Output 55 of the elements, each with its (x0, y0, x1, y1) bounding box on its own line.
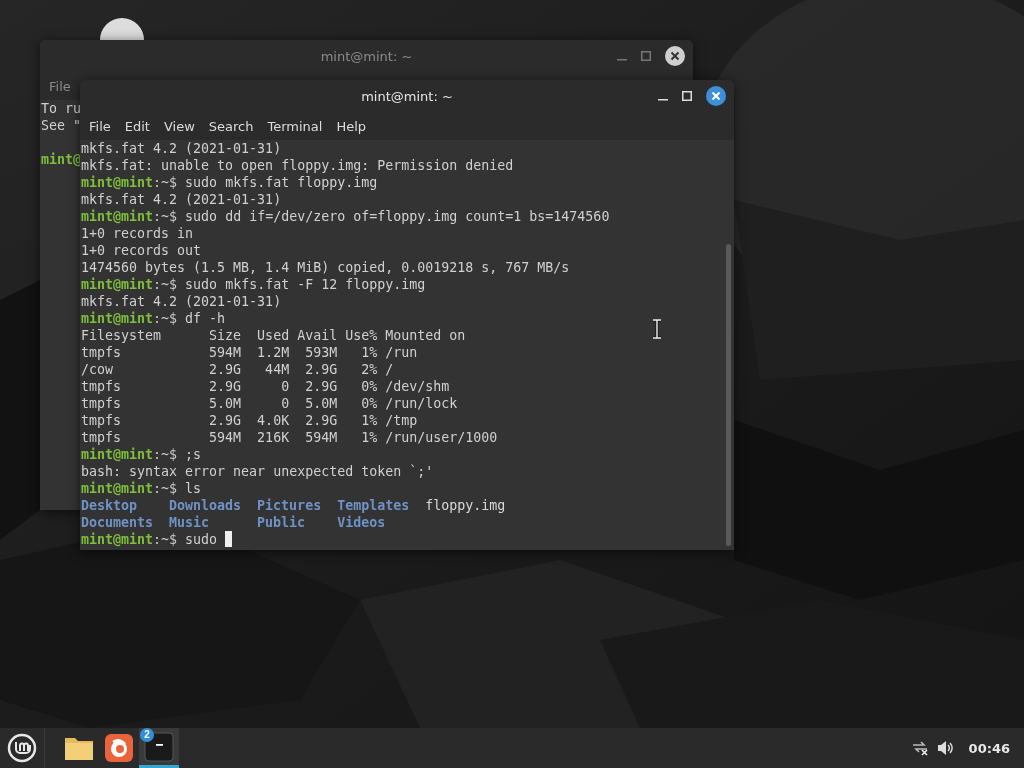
terminal-line: See " (41, 117, 82, 134)
count-badge: 2 (140, 728, 154, 742)
terminal-line: mint@mint:~$ df -h (81, 310, 226, 327)
close-icon[interactable] (706, 86, 726, 106)
terminal-line: bash: syntax error near unexpected token `;' (81, 463, 434, 480)
menu-item[interactable]: Terminal (261, 116, 329, 136)
terminal-icon (144, 731, 174, 762)
terminal-line: mkfs.fat 4.2 (2021-01-31) (81, 293, 282, 310)
network-icon[interactable] (910, 740, 929, 756)
terminal-line: 1474560 bytes (1.5 MB, 1.4 MiB) copied, 0.0019218 s, 767 MB/s (81, 259, 570, 276)
terminal-line: mint@mint:~$ sudo (81, 531, 233, 548)
folder-name: Documents (81, 514, 154, 531)
folder-name: Desktop (81, 497, 138, 514)
terminal-line: /cow 2.9G 44M 2.9G 2% / (81, 361, 394, 378)
terminal-line: tmpfs 2.9G 4.0K 2.9G 1% /tmp (81, 412, 418, 429)
terminal-line: mkfs.fat 4.2 (2021-01-31) (81, 140, 282, 156)
clock[interactable]: 00:46 (968, 740, 1010, 756)
terminal-line: mint@ (41, 152, 82, 168)
close-icon[interactable] (665, 46, 685, 66)
menu-item[interactable]: Help (330, 116, 373, 136)
window-title: mint@mint: ~ (320, 48, 413, 64)
menu-item[interactable]: View (157, 116, 201, 136)
folder-icon (64, 735, 94, 761)
file-name: floppy.img (425, 497, 506, 514)
terminal-line: To ru (41, 100, 82, 117)
terminal-line: mint@mint:~$ ls (81, 480, 202, 497)
folder-name: Pictures (257, 497, 322, 514)
terminal-line: 1+0 records in (81, 225, 194, 242)
terminal-line: mint@mint:~$ ;s (81, 446, 202, 463)
folder-name: Videos (337, 514, 386, 531)
terminal-line: mint@mint:~$ sudo mkfs.fat floppy.img (81, 174, 378, 191)
terminal-line: mint@mint:~$ sudo dd if=/dev/zero of=floppy.img count=1 bs=1474560 (81, 208, 610, 225)
terminal-line: 1+0 records out (81, 242, 202, 259)
folder-name: Public (257, 514, 306, 531)
scrollbar-thumb[interactable] (726, 244, 731, 546)
terminal-line: tmpfs 5.0M 0 5.0M 0% /run/lock (81, 395, 458, 412)
speaker-icon[interactable] (936, 740, 955, 756)
terminal-line: mkfs.fat: unable to open floppy.img: Permission denied (81, 158, 514, 174)
folder-name: Downloads (169, 497, 242, 514)
mint-logo-icon (7, 733, 37, 763)
menu-item[interactable]: Edit (118, 116, 156, 136)
terminal-line: mkfs.fat 4.2 (2021-01-31) (81, 191, 282, 208)
terminal-line: tmpfs 594M 216K 594M 1% /run/user/1000 (81, 429, 498, 446)
menu-item[interactable]: File (83, 116, 117, 136)
menu-item[interactable]: Search (202, 116, 260, 136)
browser-icon (105, 734, 133, 762)
terminal-line: tmpfs 594M 1.2M 593M 1% /run (81, 344, 418, 361)
terminal-line: mint@mint:~$ sudo mkfs.fat -F 12 floppy.img (81, 276, 426, 293)
folder-name: Templates (337, 497, 410, 514)
menu-item[interactable]: File (43, 76, 77, 96)
terminal-line: Filesystem Size Used Avail Use% Mounted on (81, 327, 466, 344)
text-cursor-icon (651, 319, 663, 339)
terminal-line: tmpfs 2.9G 0 2.9G 0% /dev/shm (81, 378, 450, 395)
window-title: mint@mint: ~ (361, 88, 453, 104)
folder-name: Music (169, 514, 210, 531)
